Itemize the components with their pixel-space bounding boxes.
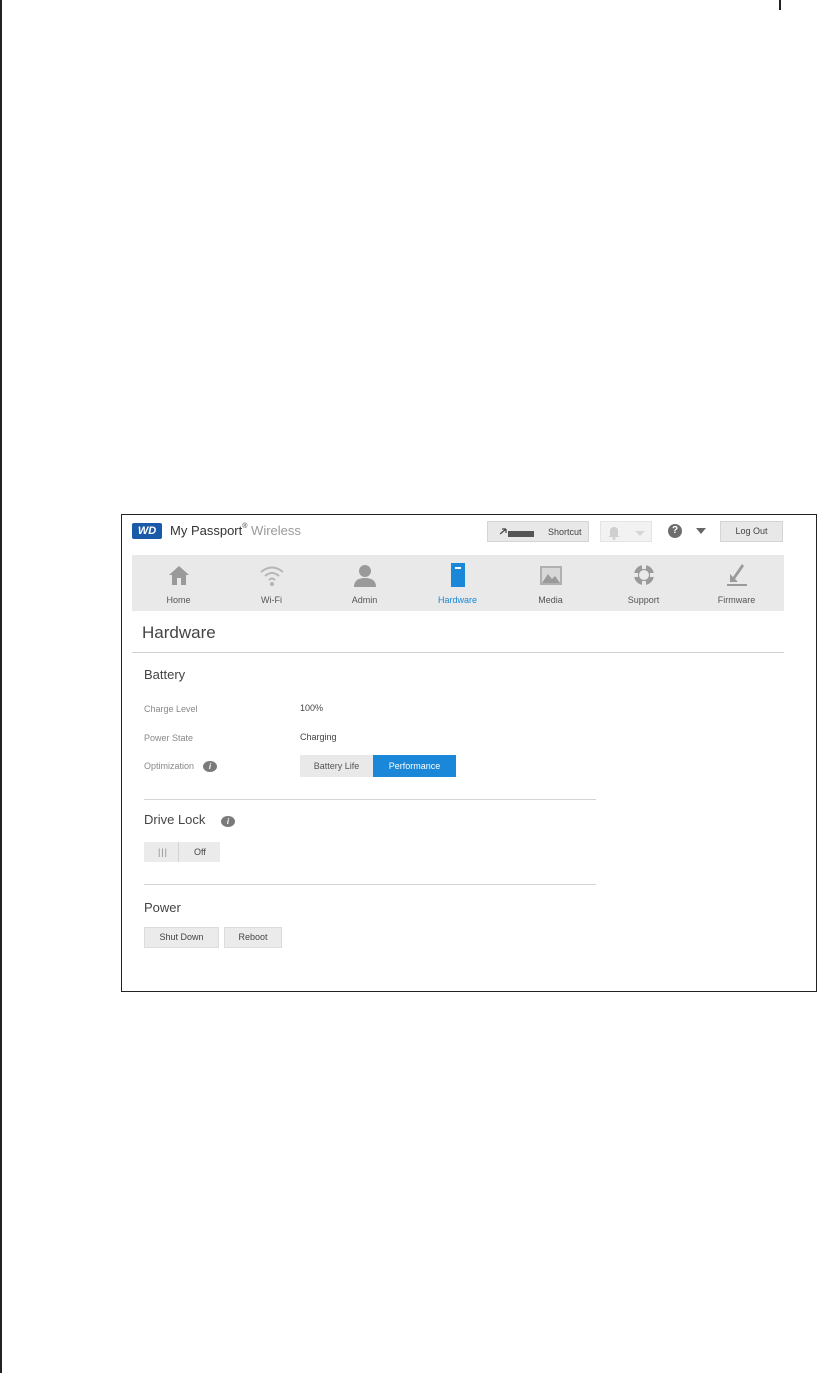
nav-item-support[interactable]: Support (597, 555, 690, 611)
brand-name: My Passport (170, 523, 243, 538)
toggle-separator (178, 842, 179, 862)
drive-lock-heading: Drive Lock (144, 812, 206, 827)
optimization-label: Optimization (144, 761, 195, 771)
drive-lock-info-icon[interactable]: i (221, 816, 235, 827)
app-window: WD My Passport® Wireless Shortcut ? Log … (121, 514, 817, 992)
nav-item-media[interactable]: Media (504, 555, 597, 611)
shut-down-button[interactable]: Shut Down (144, 927, 219, 948)
nav-label-hardware: Hardware (437, 595, 477, 605)
nav-item-wifi[interactable]: Wi-Fi (225, 555, 318, 611)
nav-label-wifi: Wi-Fi (261, 595, 282, 605)
home-icon (169, 566, 189, 585)
drive-lock-divider (144, 884, 596, 885)
battery-divider (144, 799, 596, 800)
image-icon (540, 566, 562, 585)
user-icon (354, 565, 376, 587)
nav-label-admin: Admin (351, 595, 378, 605)
battery-life-option[interactable]: Battery Life (300, 755, 373, 777)
power-heading: Power (144, 900, 181, 915)
nav-item-firmware[interactable]: Firmware (690, 555, 783, 611)
reboot-button[interactable]: Reboot (224, 927, 282, 948)
main-nav: Home Wi-Fi Admin Hardware Media Support … (132, 555, 784, 611)
notifications-button[interactable] (600, 521, 652, 542)
shortcut-icon (500, 528, 534, 537)
help-icon[interactable]: ? (668, 524, 682, 538)
nav-label-firmware: Firmware (717, 595, 756, 605)
charge-level-value: 100% (300, 703, 324, 713)
drive-icon (451, 563, 465, 587)
page-top-mark (779, 0, 781, 10)
page-title: Hardware (142, 623, 216, 642)
bell-icon (608, 527, 645, 540)
download-icon (727, 564, 747, 586)
shortcut-button[interactable]: Shortcut (487, 521, 589, 542)
battery-heading: Battery (144, 667, 186, 682)
brand-registered-mark: ® (242, 523, 248, 530)
brand-title: My Passport® Wireless (170, 523, 301, 538)
brand-suffix: Wireless (251, 523, 301, 538)
nav-item-hardware[interactable]: Hardware (411, 555, 504, 611)
title-divider (132, 652, 784, 653)
nav-item-home[interactable]: Home (132, 555, 225, 611)
power-state-value: Charging (300, 732, 337, 742)
wd-logo: WD (132, 523, 162, 539)
optimization-info-icon[interactable]: i (203, 761, 217, 772)
lifebuoy-icon (633, 564, 655, 586)
header-bar: WD My Passport® Wireless Shortcut ? Log … (122, 515, 816, 551)
drive-lock-toggle[interactable]: ||| Off (144, 842, 220, 862)
nav-item-admin[interactable]: Admin (318, 555, 411, 611)
toggle-grip-icon: ||| (158, 847, 169, 857)
nav-label-media: Media (538, 595, 563, 605)
drive-lock-state: Off (194, 847, 206, 857)
power-state-label: Power State (144, 733, 194, 743)
help-dropdown-icon[interactable] (696, 528, 706, 534)
shortcut-label: Shortcut (548, 527, 582, 537)
wifi-icon (260, 566, 284, 586)
performance-option[interactable]: Performance (373, 755, 456, 777)
logout-button[interactable]: Log Out (720, 521, 783, 542)
charge-level-label: Charge Level (144, 704, 198, 714)
nav-label-home: Home (166, 595, 191, 605)
page-left-border (0, 0, 2, 1373)
nav-label-support: Support (627, 595, 660, 605)
